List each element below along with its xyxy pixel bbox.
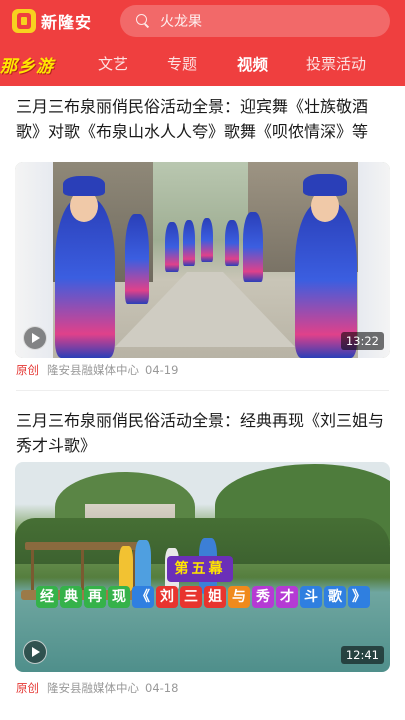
video-source: 隆安县融媒体中心 — [47, 363, 139, 377]
play-icon[interactable] — [23, 640, 47, 664]
video-duration: 12:41 — [340, 646, 384, 664]
divider — [16, 390, 389, 391]
video-thumbnail[interactable]: 13:22 — [15, 162, 390, 358]
app-header: 新隆安 火龙果 那乡游 文艺 专题 视频 投票活动 — [0, 0, 405, 86]
search-placeholder: 火龙果 — [160, 14, 202, 30]
app-logo-icon — [12, 9, 36, 33]
tab-naxiangyou[interactable]: 那乡游 — [0, 52, 54, 77]
tab-toupiao[interactable]: 投票活动 — [306, 53, 366, 74]
title-overlay: 经 典 再 现 《 刘 三 姐 与 秀 才 斗 歌 》 — [23, 584, 383, 610]
video-meta: 原创 隆安县融媒体中心 04-18 — [16, 680, 178, 696]
tab-wenyi[interactable]: 文艺 — [98, 53, 128, 74]
video-date: 04-18 — [145, 681, 179, 695]
video-source: 隆安县融媒体中心 — [47, 681, 139, 695]
play-icon[interactable] — [23, 326, 47, 350]
act-overlay: 第五幕 — [167, 556, 233, 582]
video-meta: 原创 隆安县融媒体中心 04-19 — [16, 362, 178, 378]
tab-shipin[interactable]: 视频 — [237, 53, 268, 75]
video-date: 04-19 — [145, 363, 179, 377]
brand[interactable]: 新隆安 — [12, 8, 92, 34]
video-title[interactable]: 三月三布泉丽俏民俗活动全景：迎宾舞《壮族敬酒歌》对歌《布泉山水人人夸》歌舞《呗侬… — [16, 94, 388, 144]
original-tag: 原创 — [16, 681, 39, 695]
video-duration: 13:22 — [340, 332, 384, 350]
thumbnail-image — [15, 162, 390, 358]
original-tag: 原创 — [16, 363, 39, 377]
video-title[interactable]: 三月三布泉丽俏民俗活动全景：经典再现《刘三姐与秀才斗歌》 — [16, 408, 388, 458]
search-bar[interactable]: 火龙果 — [120, 5, 390, 37]
tab-zhuanti[interactable]: 专题 — [167, 53, 197, 74]
video-thumbnail[interactable]: 第五幕 经 典 再 现 《 刘 三 姐 与 秀 才 斗 歌 》 12:41 — [15, 462, 390, 672]
thumbnail-image: 第五幕 经 典 再 现 《 刘 三 姐 与 秀 才 斗 歌 》 — [15, 462, 390, 672]
channel-tabs: 那乡游 文艺 专题 视频 投票活动 — [0, 46, 405, 82]
brand-name: 新隆安 — [41, 13, 93, 32]
search-icon — [136, 14, 150, 28]
